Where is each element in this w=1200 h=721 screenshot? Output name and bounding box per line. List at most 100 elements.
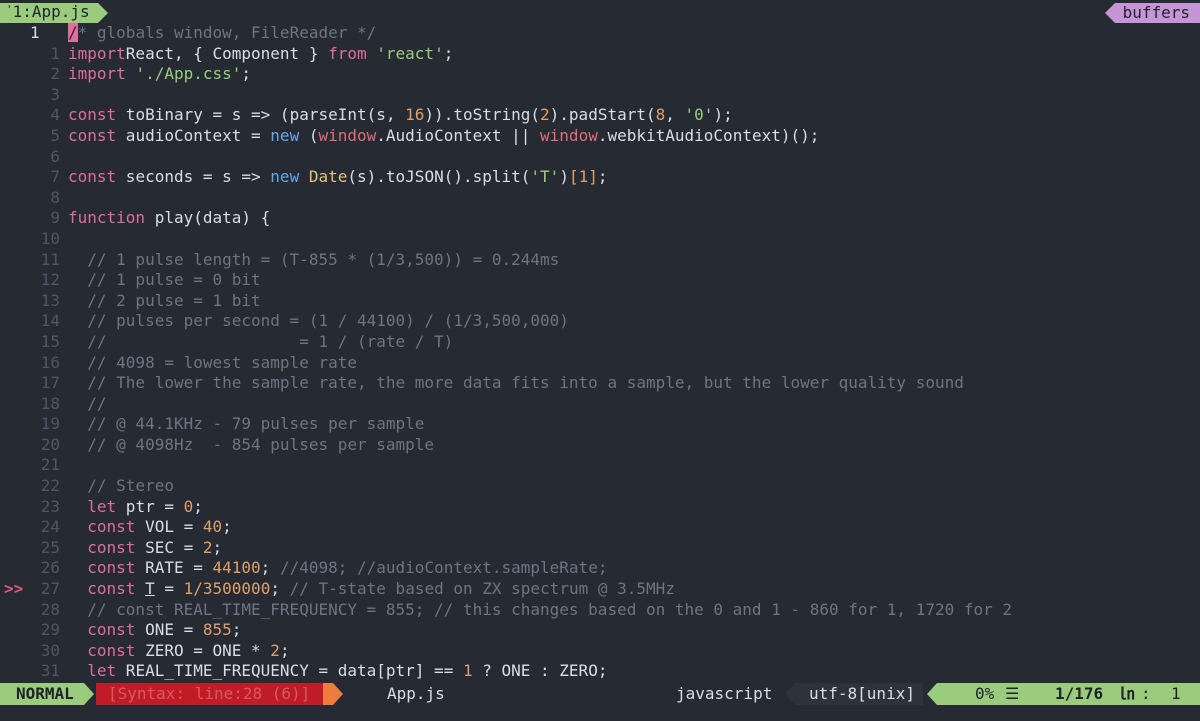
line-number: 27 [40,579,60,599]
code-line[interactable]: 23 let ptr = 0; [0,497,1200,518]
code-token: RATE = [135,558,213,578]
code-token: const [87,620,136,640]
code-line[interactable]: 8 [0,188,1200,209]
sign-column [0,250,30,271]
code-line[interactable]: 24 const VOL = 40; [0,517,1200,538]
code-line[interactable]: 25 const SEC = 2; [0,538,1200,559]
sign-column [0,64,30,85]
code-text: function play(data) { [68,208,270,229]
code-token: toBinary = s => (parseInt(s, [116,105,406,125]
sign-column [0,538,30,559]
code-text: // const REAL_TIME_FREQUENCY = 855; // t… [68,600,1012,621]
code-editor[interactable]: 1 /* globals window, FileReader */ 1 import… [0,23,1200,683]
sign-column [0,23,30,44]
sign-column [0,414,30,435]
code-line[interactable]: 13 // 2 pulse = 1 bit [0,291,1200,312]
code-text: // The lower the sample rate, the more d… [68,373,964,394]
code-token: 0 [183,496,194,516]
syntax-error-indicator[interactable]: [Syntax: line:28 (6)] [96,683,344,705]
code-text: importReact, { Component } from 'react'; [68,44,453,65]
code-line[interactable]: 26 const RATE = 44100; //4098; //audioCo… [0,558,1200,579]
sign-column [0,311,30,332]
code-text: // 2 pulse = 1 bit [68,290,261,312]
code-line[interactable]: 10 [0,229,1200,250]
code-token: ; [260,558,280,578]
code-line[interactable]: 22 // Stereo [0,476,1200,497]
code-text: const ZERO = ONE * 2; [68,641,289,662]
code-line[interactable]: 18 // [0,394,1200,415]
code-token: let [87,661,117,681]
line-number: 8 [50,187,60,207]
code-token: // 2 pulse = 1 bit [87,290,261,310]
code-text: // @ 4098Hz - 854 pulses per sample [68,435,434,456]
sign-column [0,435,30,456]
code-line[interactable]: 14 // pulses per second = (1 / 44100) / … [0,311,1200,332]
code-line[interactable]: 17 // The lower the sample rate, the mor… [0,373,1200,394]
code-line[interactable]: 29 const ONE = 855; [0,620,1200,641]
line-number: 1 [30,23,40,42]
code-line[interactable]: 20 // @ 4098Hz - 854 pulses per sample [0,435,1200,456]
code-text: const VOL = 40; [68,517,232,538]
code-line[interactable]: 2 import './App.css'; [0,64,1200,85]
code-token: ); [713,105,733,125]
code-line[interactable]: 4 const toBinary = s => (parseInt(s, 16))… [0,105,1200,126]
code-line[interactable]: 1 importReact, { Component } from 'react'… [0,44,1200,65]
code-line[interactable]: >> 27 const T = 1/3500000; // T-state bas… [0,579,1200,600]
code-token: 8 [655,105,666,125]
tab-arrow-icon [97,3,108,23]
line-number: 26 [40,558,60,578]
code-token: '0' [684,105,714,125]
code-token: = [154,579,184,599]
code-line[interactable]: 28 // const REAL_TIME_FREQUENCY = 855; /… [0,600,1200,621]
code-line[interactable]: 19 // @ 44.1KHz - 79 pulses per sample [0,414,1200,435]
code-line[interactable]: 3 [0,85,1200,106]
code-line[interactable]: 7 const seconds = s => new Date(s).toJSON… [0,167,1200,188]
line-number: 17 [40,373,60,393]
line-number: 5 [50,125,60,145]
status-filetype: javascript [676,684,773,703]
sign-column [0,270,30,291]
code-line[interactable]: 16 // 4098 = lowest sample rate [0,353,1200,374]
code-line[interactable]: 15 // = 1 / (rate / T) [0,332,1200,353]
lines-icon: ☰ [1005,684,1020,703]
code-text: let REAL_TIME_FREQUENCY = data[ptr] == 1… [68,661,607,682]
line-number: 22 [40,476,60,496]
code-line[interactable]: 1 /* globals window, FileReader */ [0,23,1200,44]
code-token: React, { Component } [125,43,329,63]
code-line[interactable]: 11 // 1 pulse length = (T-855 * (1/3,500… [0,250,1200,271]
code-token: ONE = [135,620,203,640]
line-number: 12 [40,270,60,290]
code-token: 1 [462,661,473,681]
code-token: 1/3500000 [183,579,271,599]
line-number: 3 [50,84,60,104]
code-token: 'T' [530,167,560,187]
sign-column [0,188,30,209]
code-line[interactable]: 12 // 1 pulse = 0 bit [0,270,1200,291]
code-token: ; [222,517,232,537]
sign-column [0,620,30,641]
code-line[interactable]: 30 const ZERO = ONE * 2; [0,641,1200,662]
code-line[interactable]: 31 let REAL_TIME_FREQUENCY = data[ptr] =… [0,661,1200,682]
code-token: T [145,579,155,599]
sign-column [0,600,30,621]
code-token: // T-state based on ZX spectrum @ 3.5MHz [289,579,675,599]
buffers-button[interactable]: buffers [1104,3,1200,23]
sign-column [0,455,30,476]
code-token: ; [270,579,290,599]
tab-title: 1:App.js [12,2,90,21]
code-token: ptr = [116,496,184,516]
code-text: // [68,394,106,415]
code-line[interactable]: 9 function play(data) { [0,208,1200,229]
code-line[interactable]: 6 [0,147,1200,168]
code-text: let ptr = 0; [68,497,203,518]
line-number: 4 [50,105,60,125]
tab-app-js[interactable]: '1:App.js [0,2,108,23]
code-line[interactable]: 5 const audioContext = new (window.AudioC… [0,126,1200,147]
tabline: '1:App.js buffers [0,0,1200,24]
code-line[interactable]: 21 [0,455,1200,476]
